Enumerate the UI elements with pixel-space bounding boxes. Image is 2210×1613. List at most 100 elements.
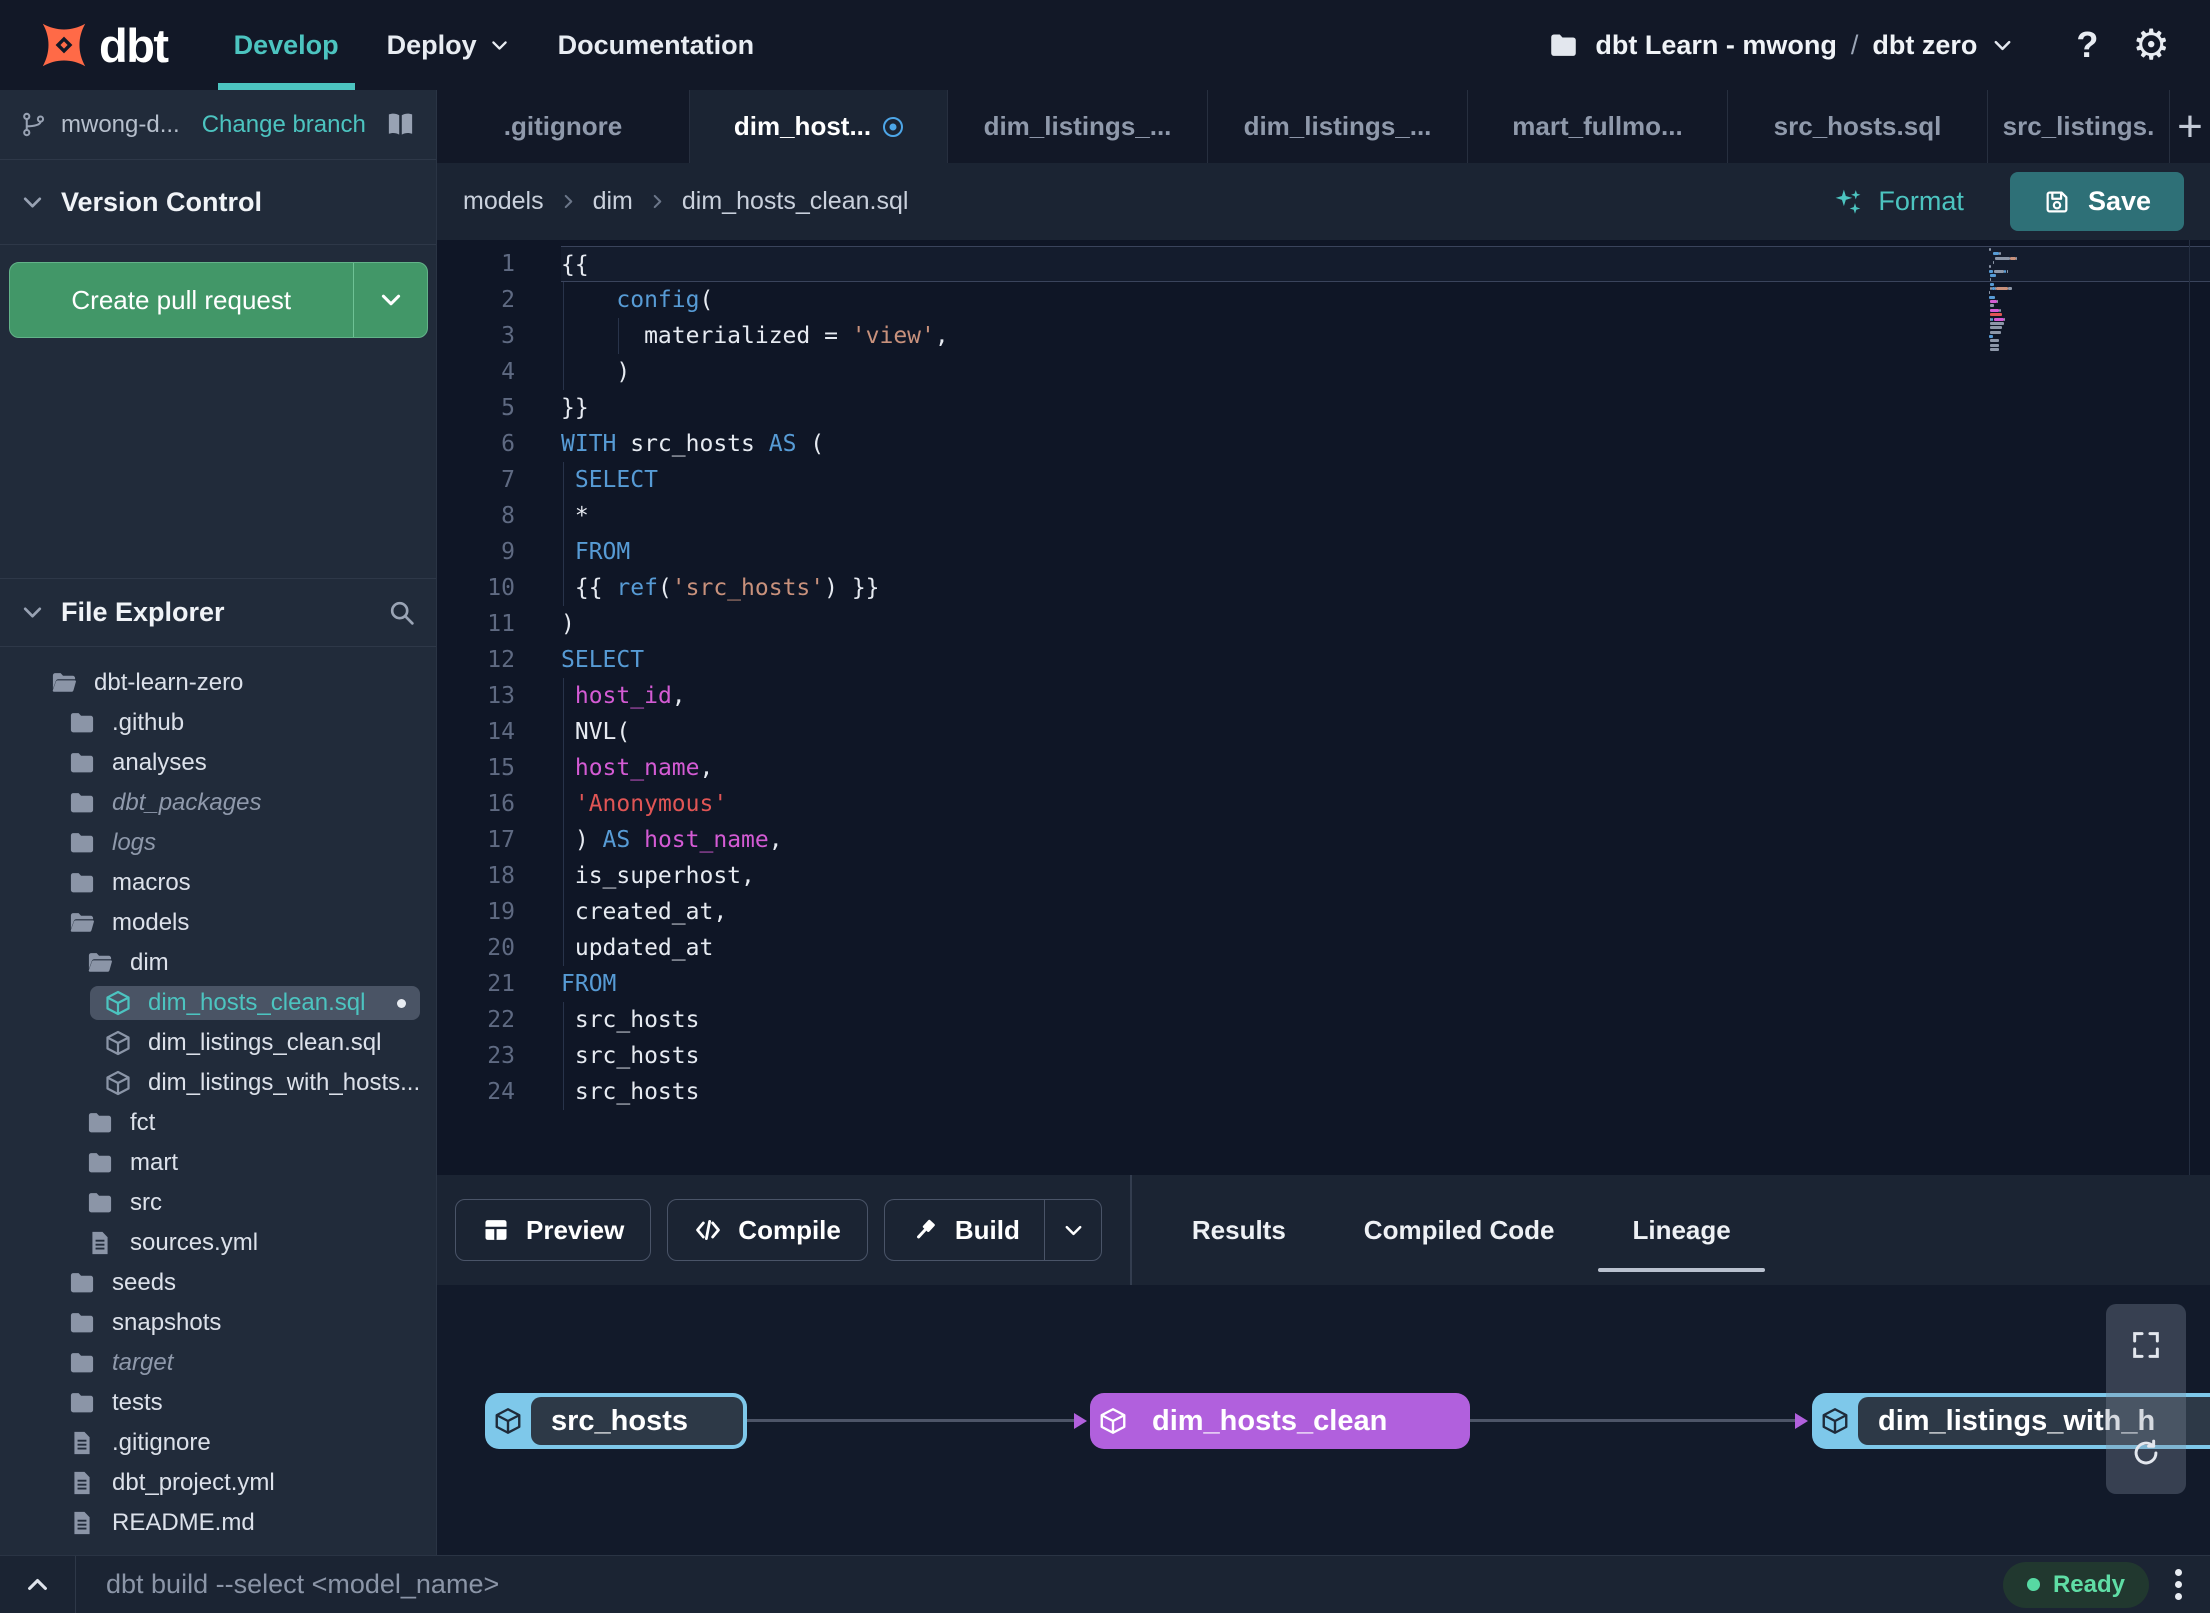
tree-item[interactable]: logs xyxy=(0,823,436,863)
minimap-token xyxy=(1990,326,2002,330)
code-line[interactable]: 22 src_hosts xyxy=(437,1002,2210,1038)
refresh-icon[interactable] xyxy=(2129,1436,2163,1470)
chevron-up-icon[interactable] xyxy=(0,1556,75,1613)
code-line[interactable]: 1 {{ xyxy=(437,246,2210,282)
code-token: ref xyxy=(616,575,658,601)
version-control-header[interactable]: Version Control xyxy=(0,160,436,245)
build-options-chevron[interactable] xyxy=(1045,1200,1101,1260)
nav-link-documentation[interactable]: Documentation xyxy=(534,0,779,90)
code-line[interactable]: 11) xyxy=(437,606,2210,642)
tree-item[interactable]: sources.yml xyxy=(0,1223,436,1263)
tree-item[interactable]: target xyxy=(0,1343,436,1383)
format-button[interactable]: Format xyxy=(1832,186,1964,217)
code-line[interactable]: 8 * xyxy=(437,498,2210,534)
command-input[interactable]: dbt build --select <model_name> xyxy=(106,1569,2003,1600)
minimap-line xyxy=(1989,248,2045,251)
code-line[interactable]: 4 ) xyxy=(437,354,2210,390)
lineage-node-dim_hosts_clean[interactable]: dim_hosts_clean xyxy=(1090,1393,1470,1449)
code-line[interactable]: 12 SELECT xyxy=(437,642,2210,678)
code-text: }} xyxy=(561,390,2210,426)
panel-tab-lineage[interactable]: Lineage xyxy=(1598,1175,1766,1285)
code-line[interactable]: 18 is_superhost, xyxy=(437,858,2210,894)
minimap[interactable] xyxy=(1989,248,2045,352)
tree-item[interactable]: seeds xyxy=(0,1263,436,1303)
tree-item[interactable]: dim_hosts_clean.sql xyxy=(0,983,436,1023)
panel-tab-compiled-code[interactable]: Compiled Code xyxy=(1356,1175,1563,1285)
file-explorer-header[interactable]: File Explorer xyxy=(0,578,436,647)
tree-item[interactable]: dbt_packages xyxy=(0,783,436,823)
save-button[interactable]: Save xyxy=(2009,172,2184,231)
create-pull-request-button[interactable]: Create pull request xyxy=(9,262,428,338)
editor-tab[interactable]: .gitignore xyxy=(437,90,690,163)
code-line[interactable]: 7 SELECT xyxy=(437,462,2210,498)
editor-tab[interactable]: dim_host... xyxy=(690,90,948,163)
code-line[interactable]: 6 WITH src_hosts AS ( xyxy=(437,426,2210,462)
docs-book-icon[interactable] xyxy=(385,109,416,140)
code-line[interactable]: 21 FROM xyxy=(437,966,2210,1002)
fullscreen-icon[interactable] xyxy=(2129,1328,2163,1362)
code-line[interactable]: 5}} xyxy=(437,390,2210,426)
editor-tab[interactable]: dim_listings_... xyxy=(948,90,1208,163)
tree-item[interactable]: analyses xyxy=(0,743,436,783)
code-line[interactable]: 3 materialized = 'view', xyxy=(437,318,2210,354)
new-tab-button[interactable]: + xyxy=(2170,90,2210,163)
pull-request-options-chevron[interactable] xyxy=(354,263,427,337)
breadcrumb-segment[interactable]: dim xyxy=(593,187,633,216)
compile-button[interactable]: Compile xyxy=(667,1199,868,1261)
dbt-logo-text: dbt xyxy=(99,18,169,72)
editor-tab[interactable]: src_listings. xyxy=(1988,90,2170,163)
tree-item[interactable]: dim_listings_clean.sql xyxy=(0,1023,436,1063)
tree-item[interactable]: dim_listings_with_hosts... xyxy=(0,1063,436,1103)
code-line[interactable]: 19 created_at, xyxy=(437,894,2210,930)
build-button[interactable]: Build xyxy=(883,1199,1103,1261)
editor-tab[interactable]: mart_fullmo... xyxy=(1468,90,1728,163)
dbt-logo[interactable]: dbt xyxy=(34,15,169,75)
change-branch-link[interactable]: Change branch xyxy=(202,111,366,139)
environment-selector[interactable]: dbt zero xyxy=(1872,30,2014,61)
tree-item[interactable]: .github xyxy=(0,703,436,743)
code-line[interactable]: 23 src_hosts xyxy=(437,1038,2210,1074)
panel-tab-results[interactable]: Results xyxy=(1184,1175,1294,1285)
lineage-node-label: src_hosts xyxy=(531,1397,743,1445)
code-editor[interactable]: 1{{2 config(3 materialized = 'view', 4 ) 5… xyxy=(437,240,2210,1175)
tree-item[interactable]: macros xyxy=(0,863,436,903)
settings-gear-icon[interactable]: ⚙ xyxy=(2132,24,2170,66)
help-icon[interactable]: ? xyxy=(2076,24,2098,66)
nav-link-develop[interactable]: Develop xyxy=(210,0,363,90)
code-line[interactable]: 2 config( xyxy=(437,282,2210,318)
tree-item[interactable]: mart xyxy=(0,1143,436,1183)
preview-button[interactable]: Preview xyxy=(455,1199,652,1261)
tree-item[interactable]: snapshots xyxy=(0,1303,436,1343)
tree-item[interactable]: src xyxy=(0,1183,436,1223)
code-line[interactable]: 10 {{ ref('src_hosts') }} xyxy=(437,570,2210,606)
tree-item[interactable]: README.md xyxy=(0,1503,436,1543)
search-icon[interactable] xyxy=(387,598,416,627)
code-line[interactable]: 13 host_id, xyxy=(437,678,2210,714)
editor-tab[interactable]: dim_listings_... xyxy=(1208,90,1468,163)
code-line[interactable]: 20 updated_at xyxy=(437,930,2210,966)
tree-item[interactable]: fct xyxy=(0,1103,436,1143)
kebab-menu-icon[interactable] xyxy=(2175,1567,2182,1603)
tree-item[interactable]: .gitignore xyxy=(0,1423,436,1463)
tree-item[interactable]: dbt-learn-zero xyxy=(0,663,436,703)
editor-tab[interactable]: src_hosts.sql xyxy=(1728,90,1988,163)
code-line[interactable]: 14 NVL( xyxy=(437,714,2210,750)
tree-item[interactable]: tests xyxy=(0,1383,436,1423)
breadcrumb-segment[interactable]: dim_hosts_clean.sql xyxy=(682,187,909,216)
code-line[interactable]: 16 'Anonymous' xyxy=(437,786,2210,822)
code-text: ) AS host_name, xyxy=(561,822,2210,858)
code-line[interactable]: 17 ) AS host_name, xyxy=(437,822,2210,858)
dbt-logo-icon xyxy=(34,15,94,75)
lineage-node-src_hosts[interactable]: src_hosts xyxy=(485,1393,747,1449)
tree-item[interactable]: dbt_project.yml xyxy=(0,1463,436,1503)
code-line[interactable]: 15 host_name, xyxy=(437,750,2210,786)
code-line[interactable]: 9 FROM xyxy=(437,534,2210,570)
tree-item-content: logs xyxy=(54,826,170,860)
chevron-down-icon xyxy=(1991,34,2014,57)
project-name: dbt Learn - mwong xyxy=(1595,29,1837,60)
tree-item[interactable]: dim xyxy=(0,943,436,983)
tree-item[interactable]: models xyxy=(0,903,436,943)
code-line[interactable]: 24 src_hosts xyxy=(437,1074,2210,1110)
breadcrumb-segment[interactable]: models xyxy=(463,187,544,216)
nav-link-deploy[interactable]: Deploy xyxy=(363,0,534,90)
